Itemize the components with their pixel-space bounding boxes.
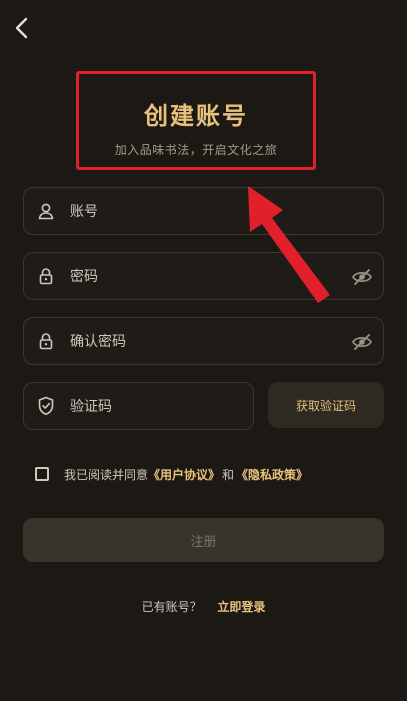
chevron-left-icon (15, 17, 28, 39)
has-account-text: 已有账号？ (141, 600, 202, 614)
agreement-and: 和 (222, 467, 235, 482)
privacy-policy-link[interactable]: 《隐私政策》 (236, 466, 308, 483)
agreement-row: 我已阅读并同意 《用户协议》 和 《隐私政策》 (35, 465, 308, 483)
user-icon (36, 201, 56, 221)
page-title: 创建账号 (144, 102, 248, 130)
agreement-checkbox[interactable] (35, 467, 49, 481)
agreement-prefix: 我已阅读并同意 (64, 467, 149, 482)
page-subtitle: 加入品味书法，开启文化之旅 (114, 143, 278, 157)
shield-check-icon (36, 396, 56, 416)
lock-icon (36, 331, 56, 351)
back-button[interactable] (10, 14, 34, 42)
register-button[interactable]: 注册 (23, 518, 384, 562)
lock-icon (36, 266, 56, 286)
confirm-password-input[interactable]: 确认密码 (23, 317, 384, 365)
login-now-link[interactable]: 立即登录 (217, 600, 265, 614)
verification-code-placeholder: 验证码 (70, 399, 112, 415)
verification-code-input[interactable]: 验证码 (23, 382, 254, 430)
user-agreement-link[interactable]: 《用户协议》 (148, 466, 220, 483)
password-input[interactable]: 密码 (23, 252, 384, 300)
eye-off-icon[interactable] (351, 266, 373, 288)
account-placeholder: 账号 (70, 204, 98, 220)
password-placeholder: 密码 (70, 269, 98, 285)
header-highlight-box: 创建账号 加入品味书法，开启文化之旅 (76, 71, 316, 170)
confirm-password-placeholder: 确认密码 (70, 334, 126, 350)
eye-off-icon[interactable] (351, 331, 373, 353)
account-input[interactable]: 账号 (23, 187, 384, 235)
login-prompt: 已有账号？ 立即登录 (0, 598, 407, 615)
get-code-button[interactable]: 获取验证码 (268, 382, 384, 428)
